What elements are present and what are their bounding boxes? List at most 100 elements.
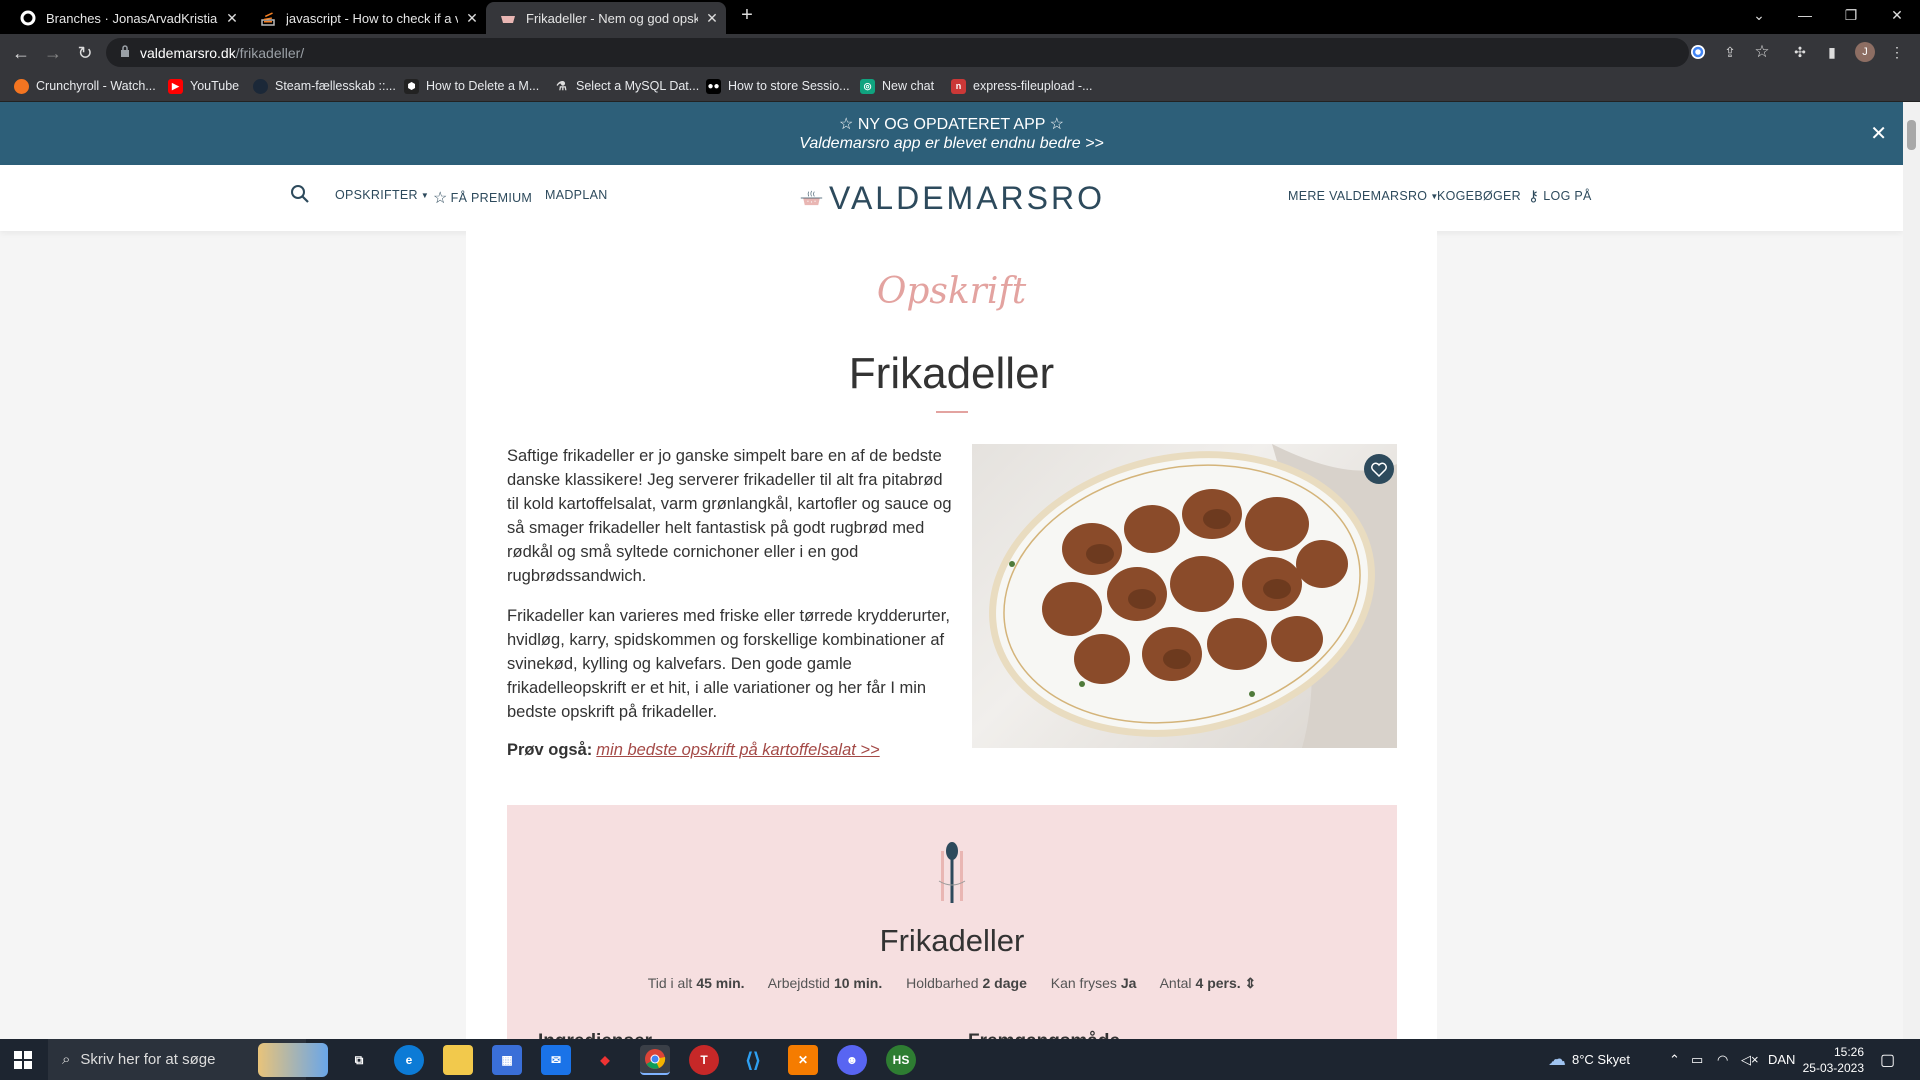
tab-search-icon[interactable]: ⌄ <box>1736 0 1782 30</box>
site-logo[interactable]: VALDEMARSRO <box>800 173 1105 223</box>
favorite-heart-button[interactable] <box>1364 454 1394 484</box>
star-icon: ☆ <box>433 190 448 207</box>
new-tab-button[interactable]: + <box>724 0 770 30</box>
avatar[interactable]: J <box>1853 40 1877 64</box>
clock-date: 25-03-2023 <box>1802 1060 1864 1075</box>
nav-login[interactable]: ⚷ LOG PÅ <box>1528 187 1592 205</box>
nav-cookbooks[interactable]: KOGEBØGER <box>1437 189 1521 203</box>
tab-frikadeller[interactable]: Frikadeller - Nem og god opskrift ✕ <box>486 2 726 34</box>
recipe-card: Frikadeller Tid i alt 45 min. Arbejdstid 1… <box>507 805 1397 1052</box>
tab-title: Frikadeller - Nem og god opskrift <box>526 10 698 26</box>
minimize-icon[interactable]: — <box>1782 0 1828 30</box>
scrollbar-thumb[interactable] <box>1907 120 1916 150</box>
clock-time: 15:26 <box>1833 1044 1864 1059</box>
nav-more-valdemarsro[interactable]: MERE VALDEMARSRO ▼ <box>1288 189 1439 203</box>
volume-icon[interactable]: ◁× <box>1741 1039 1759 1080</box>
close-tab-icon[interactable]: ✕ <box>218 10 246 27</box>
meatballs-image <box>989 444 1397 748</box>
recipe-article: Opskrift Frikadeller Saftige frikadeller… <box>466 231 1437 1052</box>
tab-github[interactable]: Branches · JonasArvadKristiansen ✕ <box>6 2 246 34</box>
meta-label: Tid i alt <box>647 975 693 991</box>
chrome-icon[interactable] <box>640 1045 670 1075</box>
weather-widget[interactable]: ☁ 8°C Skyet <box>1548 1039 1630 1080</box>
page-scrollbar[interactable] <box>1903 102 1920 1039</box>
bookmark-crunchyroll[interactable]: Crunchyroll - Watch... <box>14 75 156 97</box>
close-tab-icon[interactable]: ✕ <box>698 10 726 27</box>
caret-down-icon: ▼ <box>420 190 430 200</box>
intro-paragraph-1: Saftige frikadeller er jo ganske simpelt… <box>507 447 952 585</box>
recipe-meta: Tid i alt 45 min. Arbejdstid 10 min. Holdb… <box>507 975 1397 992</box>
menu-icon[interactable]: ⋮ <box>1885 40 1909 64</box>
close-icon[interactable]: ✕ <box>1870 121 1887 146</box>
nav-recipes[interactable]: OPSKRIFTER ▼ <box>335 188 429 202</box>
language-indicator[interactable]: DAN <box>1768 1039 1795 1080</box>
close-tab-icon[interactable]: ✕ <box>458 10 486 27</box>
address-bar[interactable]: valdemarsro.dk/frikadeller/ <box>106 38 1689 67</box>
try-also-label: Prøv også: <box>507 741 593 759</box>
bookmark-sessions[interactable]: ●● How to store Sessio... <box>706 75 850 97</box>
task-view-icon[interactable]: ⧉ <box>344 1045 374 1075</box>
promo-headline: ☆ NY OG OPDATERET APP ☆ <box>839 116 1064 133</box>
bookmark-delete-m[interactable]: ⬢ How to Delete a M... <box>404 75 539 97</box>
pot-icon <box>800 190 823 206</box>
lock-icon <box>121 45 129 57</box>
servings-selector[interactable]: 4 pers. ⇕ <box>1196 975 1257 991</box>
app-promo-banner[interactable]: ☆ NY OG OPDATERET APP ☆ Valdemarsro app … <box>0 102 1903 165</box>
logo-wordmark: VALDEMARSRO <box>828 179 1105 216</box>
recipe-title: Frikadeller <box>879 923 1025 958</box>
google-icon[interactable] <box>1686 40 1710 64</box>
file-explorer-icon[interactable] <box>443 1045 473 1075</box>
back-icon[interactable]: ← <box>8 40 34 66</box>
search-icon[interactable] <box>290 184 310 204</box>
show-hidden-icons-icon[interactable]: ⌃ <box>1669 1039 1680 1080</box>
nav-premium[interactable]: ☆ FÅ PREMIUM <box>433 188 532 208</box>
hs-app-icon[interactable]: HS <box>886 1045 916 1075</box>
vscode-icon[interactable]: ⟨⟩ <box>738 1045 768 1075</box>
promo-link[interactable]: Valdemarsro app er blevet endnu bedre >> <box>0 135 1903 153</box>
search-icon: ⌕ <box>62 1051 71 1068</box>
meta-value: 10 min. <box>833 975 883 991</box>
heart-icon <box>1371 462 1387 477</box>
recipe-photo <box>972 444 1397 748</box>
side-panel-icon[interactable]: ▮ <box>1820 40 1844 64</box>
share-icon[interactable]: ⇪ <box>1718 40 1742 64</box>
restore-icon[interactable]: ❐ <box>1828 0 1874 30</box>
windows-start-icon[interactable] <box>8 1045 38 1075</box>
openai-icon: ◎ <box>860 78 875 94</box>
edge-icon[interactable]: e <box>394 1045 424 1075</box>
bookmark-youtube[interactable]: ▶ YouTube <box>168 75 239 97</box>
bookmark-star-icon[interactable]: ☆ <box>1750 40 1774 64</box>
bookmark-express-fileupload[interactable]: n express-fileupload -... <box>951 75 1093 97</box>
xampp-icon[interactable]: ✕ <box>788 1045 818 1075</box>
typora-icon[interactable]: T <box>689 1045 719 1075</box>
reload-icon[interactable]: ↻ <box>72 40 98 66</box>
bookmark-mysql[interactable]: ⚗ Select a MySQL Dat... <box>554 75 699 97</box>
bookmarks-bar: Crunchyroll - Watch... ▶ YouTube Steam-fæ… <box>0 71 1920 102</box>
discord-icon[interactable]: ☻ <box>837 1045 867 1075</box>
tab-stackoverflow[interactable]: javascript - How to check if a var ✕ <box>246 2 486 34</box>
red-app-icon[interactable]: ◆ <box>590 1045 620 1075</box>
window-close-icon[interactable]: ✕ <box>1874 0 1920 30</box>
tab-title: javascript - How to check if a var <box>286 10 458 26</box>
hexagon-icon: ⬢ <box>404 78 419 94</box>
site-header: OPSKRIFTER ▼ ☆ FÅ PREMIUM MADPLAN VALDEMAR… <box>0 165 1903 231</box>
meta-label: Arbejdstid <box>767 975 830 991</box>
bookmark-new-chat[interactable]: ◎ New chat <box>860 75 934 97</box>
battery-icon[interactable]: ▭ <box>1691 1039 1703 1080</box>
forward-icon[interactable]: → <box>40 40 66 66</box>
browser-toolbar: ← → ↻ valdemarsro.dk/frikadeller/ ⇪ ☆ ✣ … <box>0 34 1920 71</box>
key-icon: ⚷ <box>1528 188 1540 205</box>
extensions-icon[interactable]: ✣ <box>1788 40 1812 64</box>
wifi-icon[interactable]: ◠ <box>1717 1039 1728 1080</box>
bookmark-steam[interactable]: Steam-fællesskab ::... <box>253 75 396 97</box>
nav-mealplan[interactable]: MADPLAN <box>545 188 608 202</box>
try-also-link[interactable]: min bedste opskrift på kartoffelsalat >> <box>596 741 879 759</box>
cloud-icon: ☁ <box>1548 1049 1566 1069</box>
clock[interactable]: 15:26 25-03-2023 <box>1803 1039 1864 1080</box>
meta-value: 45 min. <box>696 975 745 991</box>
microsoft-store-icon[interactable]: ▦ <box>492 1045 522 1075</box>
mail-icon[interactable]: ✉ <box>541 1045 571 1075</box>
notifications-icon[interactable]: ▢ <box>1880 1039 1895 1080</box>
search-highlight-icon[interactable] <box>258 1043 328 1077</box>
windows-taskbar: ⌕ Skriv her for at søge ⧉ e ▦ ✉ ◆ T ⟨⟩ ✕ … <box>0 1039 1920 1080</box>
